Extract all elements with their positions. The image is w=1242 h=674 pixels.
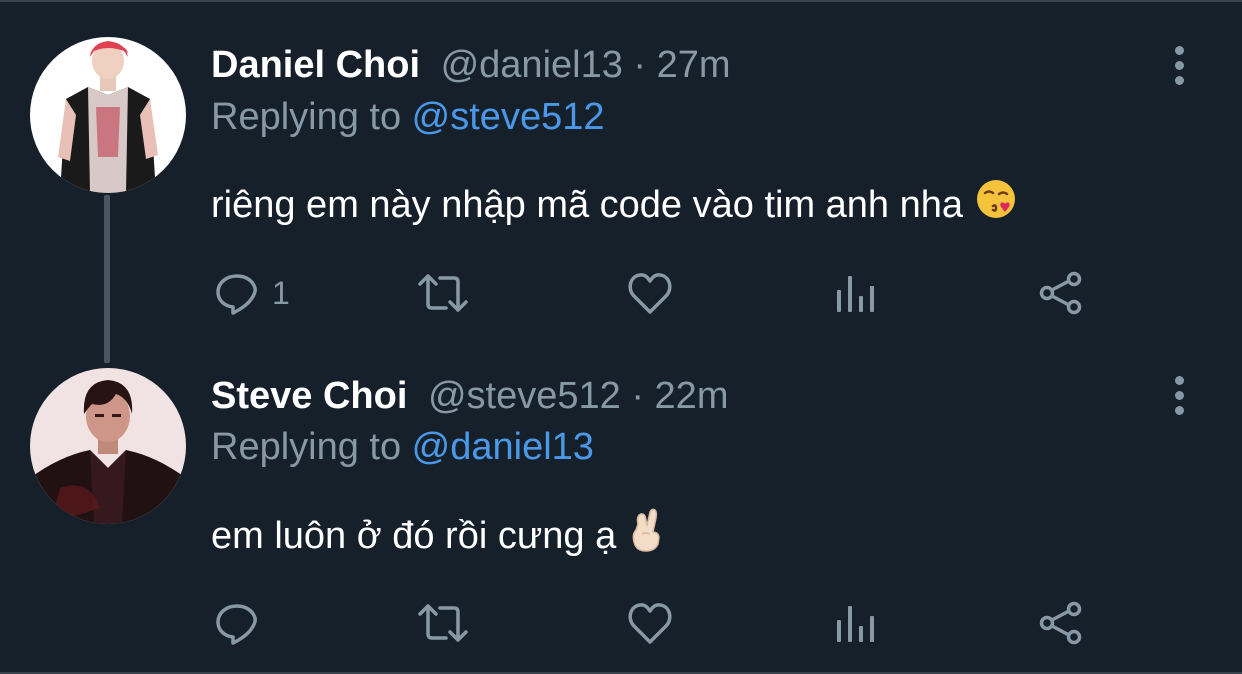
reply-icon [216,274,257,315]
retweet-button[interactable] [414,270,472,316]
separator-dot: · [631,375,655,417]
avatar[interactable] [30,368,186,524]
tweet-body: riêng em này nhập mã code vào tim anh nh… [211,183,964,226]
like-button[interactable] [626,600,674,646]
replying-to-line: Replying to @steve512 [211,95,604,139]
avatar[interactable] [30,37,186,193]
share-icon [1039,601,1082,645]
timestamp[interactable]: 27m [657,44,731,86]
reply-icon [216,604,257,645]
analytics-button[interactable] [834,270,878,316]
retweet-icon [418,274,468,312]
avatar-daniel-image [30,37,186,193]
user-handle[interactable]: @daniel13 [441,44,623,86]
tweet-body: em luôn ở đó rồi cưng ạ [211,514,617,557]
share-icon [1039,271,1082,315]
retweet-icon [418,604,468,642]
display-name[interactable]: Steve Choi [211,375,407,417]
tweet-text: riêng em này nhập mã code vào tim anh nh… [211,178,1017,231]
replying-to-label: Replying to [211,426,412,468]
mention-link[interactable]: @steve512 [412,96,605,138]
more-vertical-icon [1174,45,1184,55]
tweet-1[interactable]: Daniel Choi @daniel13 · 27m Replying to … [0,2,1242,342]
tweet-2[interactable]: Steve Choi @steve512 · 22m Replying to @… [0,342,1242,674]
separator-dot: · [633,44,657,86]
heart-icon [628,273,672,314]
hand-with-index-finger-and-thumb-crossed-emoji [628,508,664,563]
display-name[interactable]: Daniel Choi [211,44,420,86]
tweet-thread: Daniel Choi @daniel13 · 27m Replying to … [0,0,1242,674]
timestamp[interactable]: 22m [655,375,729,417]
heart-icon [628,603,672,644]
tweet-text: em luôn ở đó rồi cưng ạ [211,508,664,563]
reply-button[interactable]: 1 [214,270,290,316]
tweet-header: Daniel Choi @daniel13 · 27m [211,43,731,87]
replying-to-line: Replying to @daniel13 [211,425,594,469]
share-button[interactable] [1038,270,1084,316]
like-button[interactable] [626,270,674,316]
analytics-icon [837,276,874,312]
mention-link[interactable]: @daniel13 [412,426,594,468]
analytics-button[interactable] [834,600,878,646]
reply-count: 1 [272,274,290,311]
more-options-button[interactable] [1164,43,1194,87]
reply-button[interactable] [214,600,272,646]
more-vertical-icon [1174,375,1184,385]
retweet-button[interactable] [414,600,472,646]
tweet-header: Steve Choi @steve512 · 22m [211,374,728,418]
replying-to-label: Replying to [211,96,412,138]
user-handle[interactable]: @steve512 [428,375,621,417]
more-options-button[interactable] [1164,373,1194,417]
analytics-icon [837,606,874,642]
share-button[interactable] [1038,600,1084,646]
face-blowing-kiss-emoji [975,178,1017,231]
avatar-steve-image [30,368,186,524]
